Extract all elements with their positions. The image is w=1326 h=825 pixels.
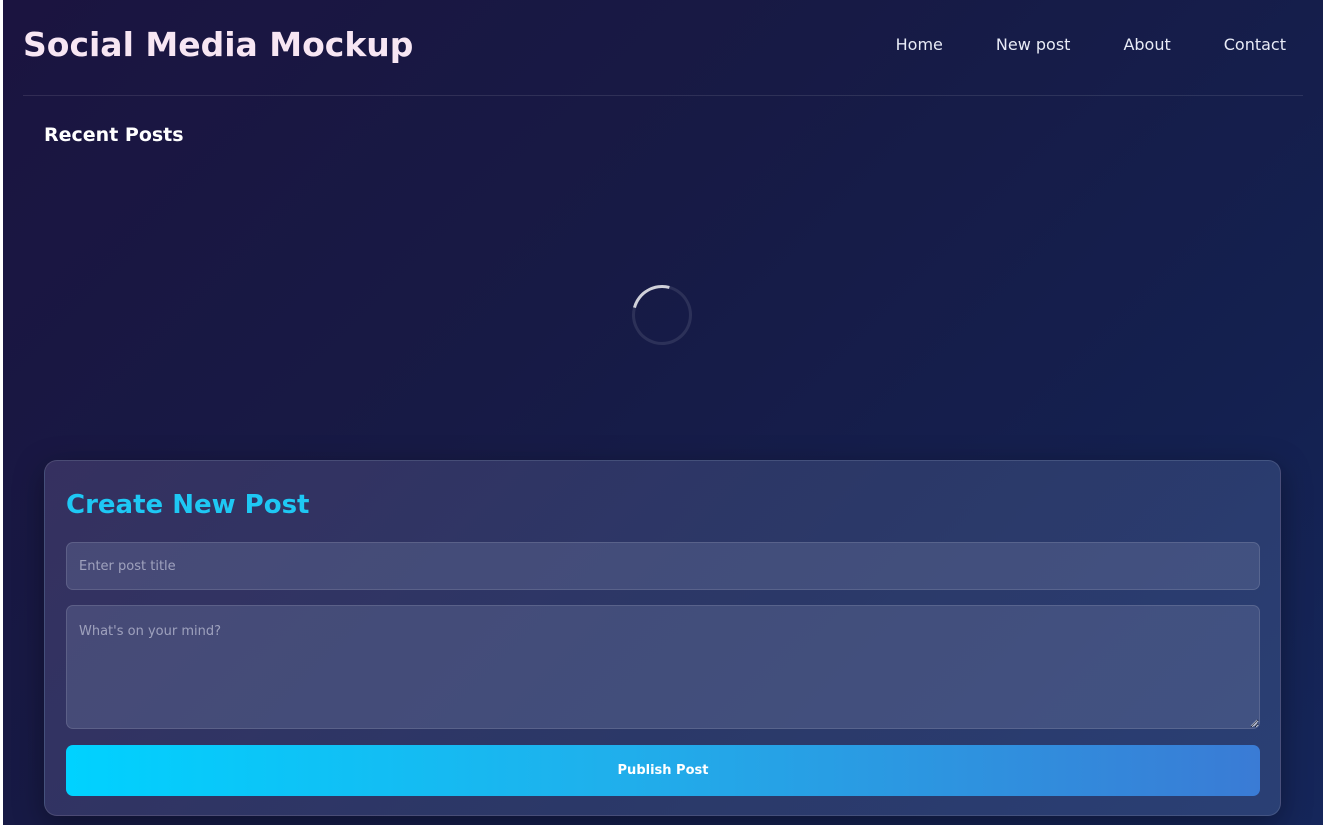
- create-post-heading: Create New Post: [66, 490, 310, 520]
- nav-link-new-post[interactable]: New post: [996, 35, 1071, 54]
- post-body-textarea[interactable]: [66, 605, 1260, 729]
- publish-post-button[interactable]: Publish Post: [66, 745, 1260, 796]
- site-title: Social Media Mockup: [23, 25, 414, 64]
- nav-link-home[interactable]: Home: [896, 35, 943, 54]
- create-post-card: Create New Post Publish Post: [44, 460, 1281, 816]
- post-title-input[interactable]: [66, 542, 1260, 590]
- main-nav: Home New post About Contact: [843, 35, 1286, 54]
- site-header: Social Media Mockup Home New post About …: [23, 0, 1303, 96]
- resize-grip-icon[interactable]: [1250, 719, 1258, 727]
- recent-posts-heading: Recent Posts: [44, 124, 184, 146]
- nav-link-contact[interactable]: Contact: [1224, 35, 1286, 54]
- nav-link-about[interactable]: About: [1123, 35, 1170, 54]
